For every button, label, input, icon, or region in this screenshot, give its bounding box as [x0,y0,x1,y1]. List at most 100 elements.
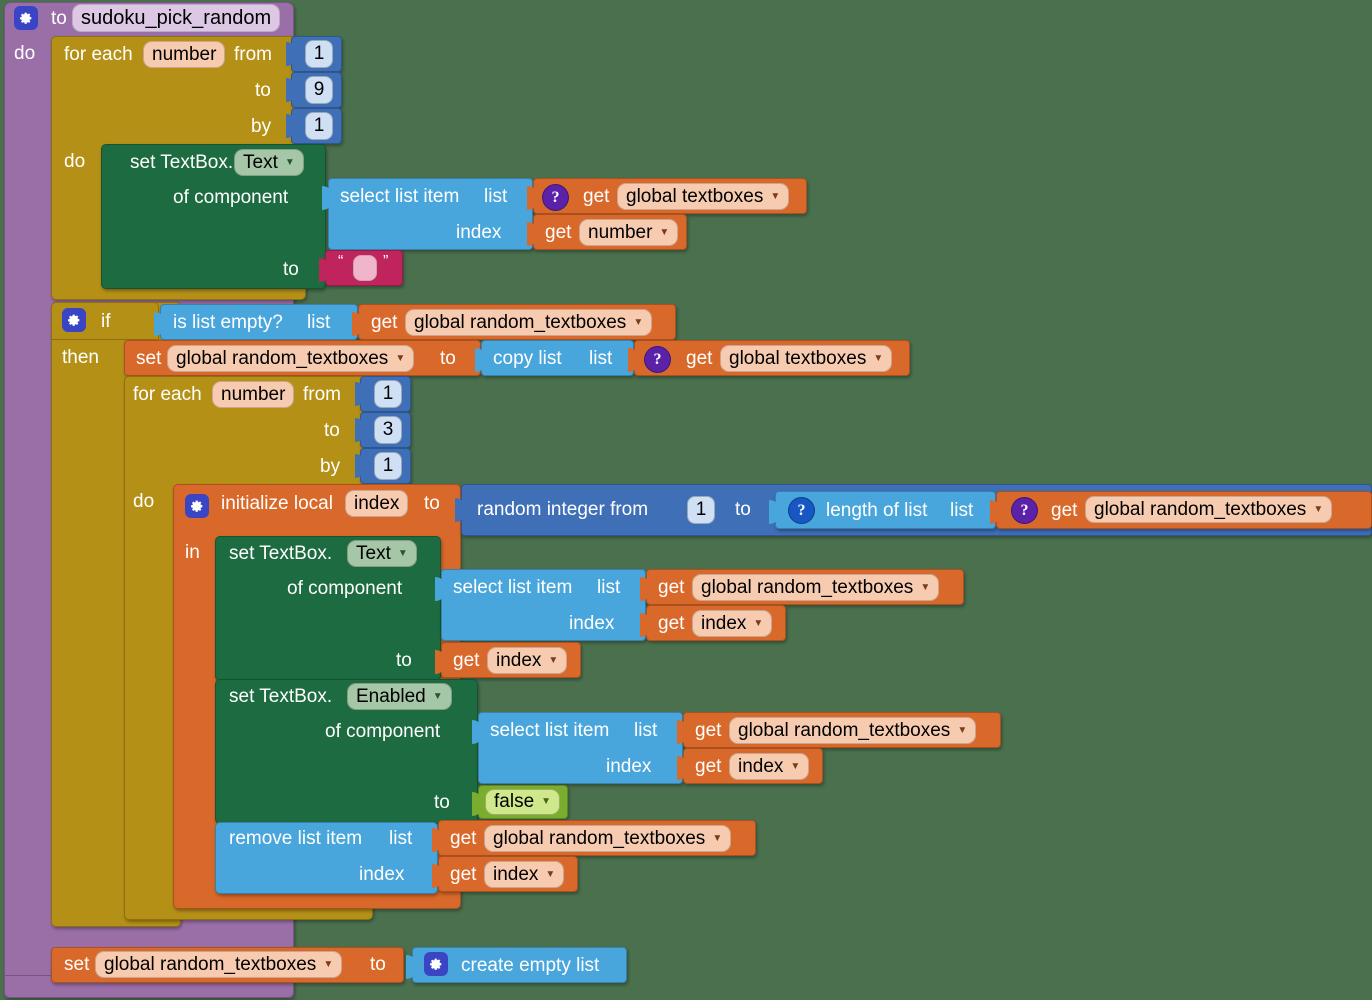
get-index-1-variable-field[interactable]: index ▼ [692,610,773,637]
get-if-get-label: get [371,312,398,333]
help-icon[interactable]: ? [788,497,815,524]
loop2-to-value-field[interactable]: 3 [374,416,402,444]
set-textbox-text-1-of-component-label: of component [173,187,289,208]
get-number-1-variable-field[interactable]: number ▼ [579,219,679,246]
logic-false-text: false [494,791,535,812]
init-local-gear-icon[interactable] [185,494,209,518]
set-copy-set-label: set [136,348,162,369]
random-integer-from-value-field[interactable]: 1 [687,496,715,524]
get-index-2-variable-field[interactable]: index ▼ [487,647,568,674]
get-length-variable-field[interactable]: global random_textboxes ▼ [1085,496,1333,523]
set-textbox-enabled-property-field[interactable]: Enabled ▼ [347,683,452,710]
chevron-down-icon: ▼ [541,796,552,807]
chevron-down-icon: ▼ [712,832,723,844]
if-gear-icon[interactable] [62,308,86,332]
set-textbox-text-2-property-text: Text [356,542,391,564]
chevron-down-icon: ▼ [790,760,801,772]
set-textbox-text-1-property-field[interactable]: Text ▼ [234,149,304,176]
chevron-down-icon: ▼ [770,190,781,202]
set-copy-variable-field[interactable]: global random_textboxes ▼ [167,345,415,372]
loop2-do-label: do [133,491,155,512]
chevron-down-icon: ▼ [753,617,764,629]
select-list-item-1-list-label: list [484,186,508,207]
loop2-from-label: from [303,384,341,405]
procedure-to-label: to [51,8,67,29]
chevron-down-icon: ▼ [1313,503,1324,515]
get-number-1-get-label: get [545,222,572,243]
procedure-gear-icon[interactable] [14,6,38,30]
help-icon[interactable]: ? [1011,497,1038,524]
get-grt-3-get-label: get [695,720,722,741]
get-length-get-label: get [1051,500,1078,521]
loop1-variable-text: number [152,43,217,65]
get-grt-3-variable-field[interactable]: global random_textboxes ▼ [729,717,977,744]
get-global-textboxes-1-variable-field[interactable]: global textboxes ▼ [617,183,790,210]
initialize-local-variable-field[interactable]: index [345,490,409,517]
get-index-3-get-label: get [695,756,722,777]
get-index-4-variable-text: index [493,863,539,885]
select-list-item-3-op-label: select list item [490,720,610,741]
get-grt-3-variable-text: global random_textboxes [738,719,951,741]
chevron-down-icon: ▼ [957,724,968,736]
set-textbox-text-2-property-field[interactable]: Text ▼ [347,540,417,567]
initialize-local-in-label: in [185,542,200,563]
procedure-do-label: do [14,43,36,64]
text-value-field[interactable] [353,255,377,281]
loop1-to-value-field[interactable]: 9 [305,76,333,104]
get-index-3-variable-field[interactable]: index ▼ [729,753,810,780]
get-index-3-variable-text: index [738,755,784,777]
get-index-2-get-label: get [453,650,480,671]
chevron-down-icon: ▼ [397,547,408,559]
chevron-down-icon: ▼ [545,868,556,880]
set-empty-set-label: set [64,954,90,975]
get-global-textboxes-2-variable-field[interactable]: global textboxes ▼ [720,345,893,372]
set-textbox-text-2-label: set TextBox. [229,543,333,564]
loop2-by-label: by [320,456,341,477]
select-list-item-3-index-label: index [606,756,652,777]
blocks-workspace[interactable]: to sudoku_pick_random do for each number… [0,0,1372,1000]
set-textbox-enabled-property-text: Enabled [356,685,426,707]
is-list-empty-list-label: list [307,312,331,333]
if-label: if [101,311,111,332]
help-icon[interactable]: ? [542,184,569,211]
get-grt-2-variable-field[interactable]: global random_textboxes ▼ [692,574,940,601]
get-index-2-variable-text: index [496,649,542,671]
logic-false-field[interactable]: false ▼ [485,789,561,815]
get-global-textboxes-2-get-label: get [686,348,713,369]
get-if-variable-field[interactable]: global random_textboxes ▼ [405,309,653,336]
select-list-item-3-list-label: list [634,720,658,741]
loop1-do-label: do [64,151,86,172]
loop1-by-value-field[interactable]: 1 [305,112,333,140]
loop2-from-value-field[interactable]: 1 [374,380,402,408]
chevron-down-icon: ▼ [284,156,295,168]
text-close-quote: ” [383,253,389,270]
get-grt-2-variable-text: global random_textboxes [701,576,914,598]
loop1-variable-field[interactable]: number [143,41,226,68]
loop2-variable-field[interactable]: number [212,381,295,408]
loop2-by-value-field[interactable]: 1 [374,452,402,480]
create-empty-list-gear-icon[interactable] [424,952,448,976]
select-list-item-1-index-label: index [456,222,502,243]
get-length-variable-text: global random_textboxes [1094,498,1307,520]
get-index-1-get-label: get [658,613,685,634]
set-textbox-text-1-label: set TextBox. [130,152,234,173]
length-of-list-op-label: length of list [826,500,928,521]
get-grt-4-variable-field[interactable]: global random_textboxes ▼ [484,825,732,852]
select-list-item-2-list-label: list [597,577,621,598]
loop1-from-value-field[interactable]: 1 [305,40,333,68]
get-if-variable-text: global random_textboxes [414,311,627,333]
select-list-item-1-op-label: select list item [340,186,460,207]
help-icon[interactable]: ? [644,346,671,373]
set-textbox-text-1-to-label: to [283,259,299,280]
chevron-down-icon: ▼ [920,581,931,593]
get-index-4-variable-field[interactable]: index ▼ [484,861,565,888]
set-textbox-enabled-of-component-label: of component [325,721,441,742]
set-copy-variable-text: global random_textboxes [176,347,389,369]
procedure-name-field[interactable]: sudoku_pick_random [72,4,281,32]
set-empty-variable-field[interactable]: global random_textboxes ▼ [95,951,343,978]
get-index-1-variable-text: index [701,612,747,634]
set-textbox-enabled-label: set TextBox. [229,686,333,707]
get-grt-4-get-label: get [450,828,477,849]
copy-list-op-label: copy list [493,348,562,369]
get-grt-4-variable-text: global random_textboxes [493,827,706,849]
